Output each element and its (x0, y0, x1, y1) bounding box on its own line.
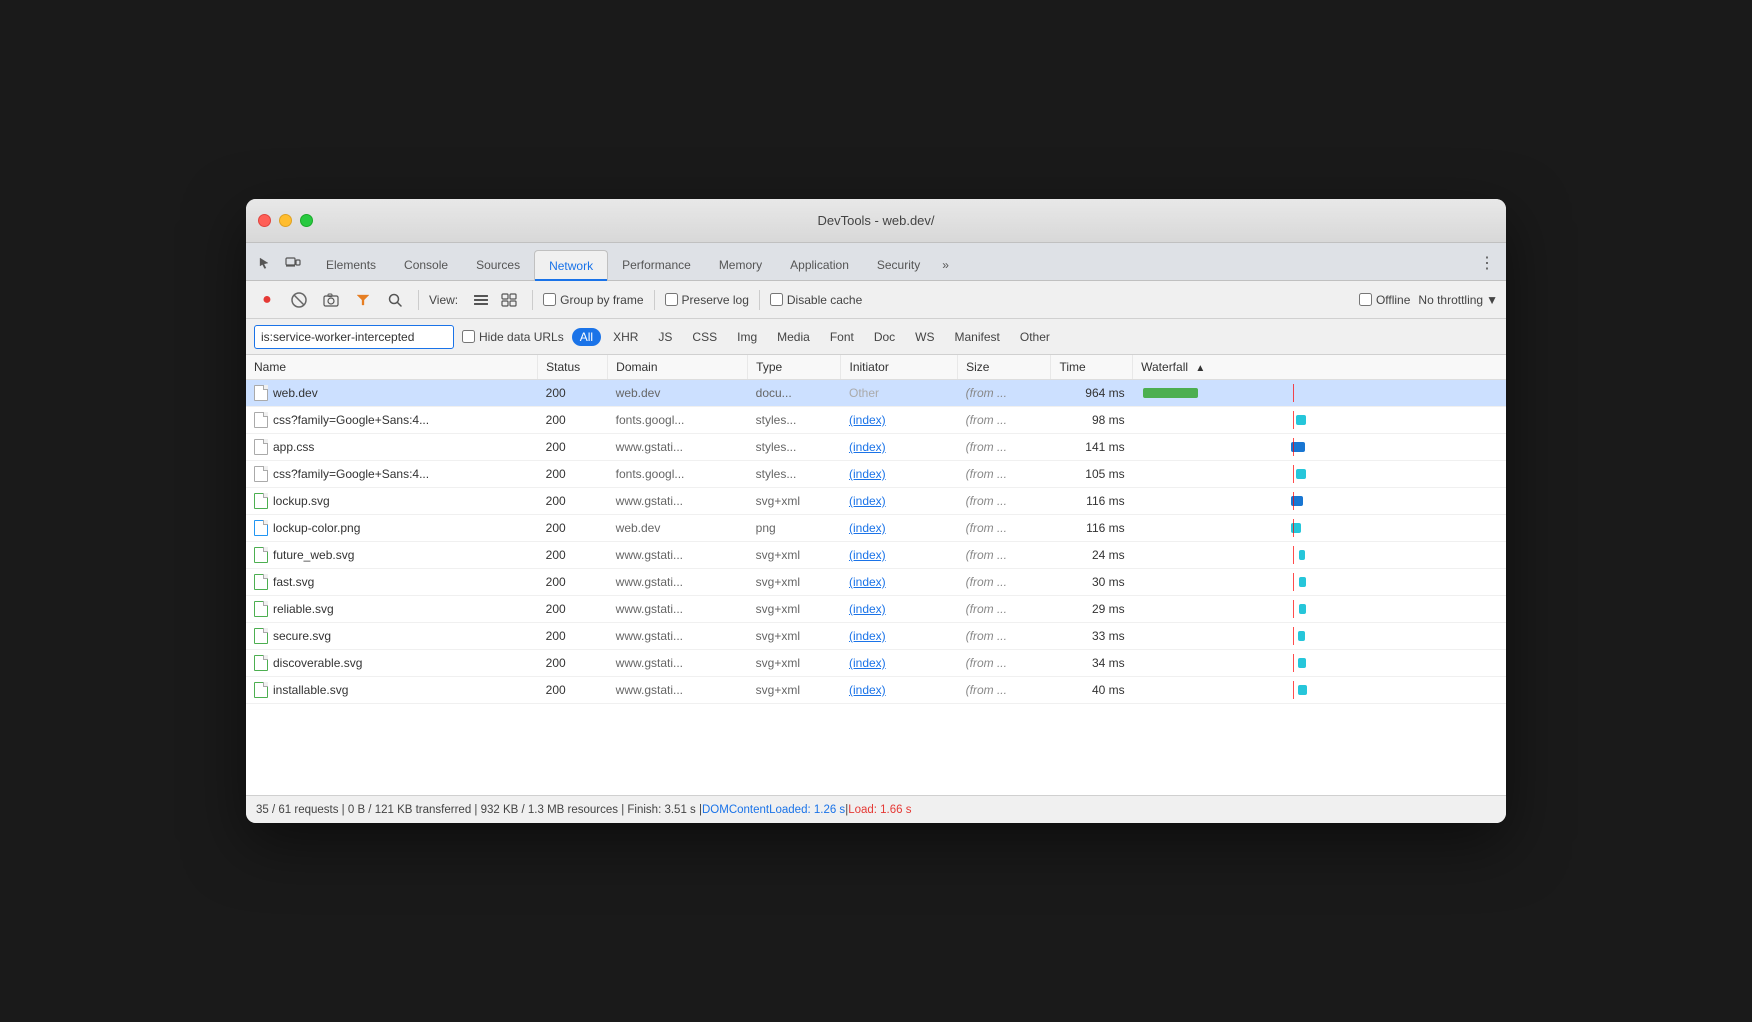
more-options-button[interactable]: ⋮ (1476, 252, 1498, 274)
toolbar-separator-4 (759, 290, 760, 310)
tab-application[interactable]: Application (776, 250, 863, 280)
sort-arrow-icon: ▲ (1195, 363, 1205, 374)
filter-tags: All XHR JS CSS Img Media Font Doc WS Man… (572, 328, 1058, 346)
tab-overflow: ⋮ (1476, 252, 1498, 280)
devtools-window: DevTools - web.dev/ Elements Console (246, 199, 1506, 823)
tab-console[interactable]: Console (390, 250, 462, 280)
filter-tag-ws[interactable]: WS (907, 328, 942, 346)
toolbar-end: Offline No throttling ▼ (1359, 293, 1498, 307)
col-header-waterfall[interactable]: Waterfall ▲ (1133, 355, 1506, 380)
titlebar: DevTools - web.dev/ (246, 199, 1506, 243)
filter-tag-other[interactable]: Other (1012, 328, 1058, 346)
tab-network[interactable]: Network (534, 250, 608, 280)
dom-content-loaded-stat[interactable]: DOMContentLoaded: 1.26 s (702, 804, 845, 816)
table-row[interactable]: css?family=Google+Sans:4...200fonts.goog… (246, 461, 1506, 488)
table-row[interactable]: discoverable.svg200www.gstati...svg+xml(… (246, 650, 1506, 677)
status-text: 35 / 61 requests | 0 B / 121 KB transfer… (256, 804, 702, 816)
hide-data-urls-checkbox[interactable] (462, 330, 475, 343)
disable-cache-checkbox-label[interactable]: Disable cache (770, 293, 862, 307)
filter-tag-all[interactable]: All (572, 328, 601, 346)
record-button[interactable]: ● (254, 287, 280, 313)
screenshot-button[interactable] (318, 287, 344, 313)
table-row[interactable]: app.css200www.gstati...styles...(index)(… (246, 434, 1506, 461)
device-toolbar-icon[interactable] (282, 252, 304, 274)
col-header-time[interactable]: Time (1051, 355, 1133, 380)
network-table: Name Status Domain Type Initiator Size T… (246, 355, 1506, 795)
table-row[interactable]: secure.svg200www.gstati...svg+xml(index)… (246, 623, 1506, 650)
more-tabs-button[interactable]: » (934, 250, 957, 280)
filter-tag-media[interactable]: Media (769, 328, 818, 346)
grouped-view-button[interactable] (496, 287, 522, 313)
toolbar-separator-1 (418, 290, 419, 310)
view-buttons (468, 287, 522, 313)
col-header-size[interactable]: Size (958, 355, 1051, 380)
col-header-initiator[interactable]: Initiator (841, 355, 958, 380)
window-title: DevTools - web.dev/ (817, 213, 934, 228)
group-by-frame-checkbox[interactable] (543, 293, 556, 306)
table-row[interactable]: installable.svg200www.gstati...svg+xml(i… (246, 677, 1506, 704)
toolbar-separator-3 (654, 290, 655, 310)
window-controls (258, 214, 313, 227)
toolbar-separator-2 (532, 290, 533, 310)
table-row[interactable]: future_web.svg200www.gstati...svg+xml(in… (246, 542, 1506, 569)
close-button[interactable] (258, 214, 271, 227)
load-stat: Load: 1.66 s (848, 804, 911, 816)
table-row[interactable]: fast.svg200www.gstati...svg+xml(index)(f… (246, 569, 1506, 596)
filter-tag-xhr[interactable]: XHR (605, 328, 646, 346)
disable-cache-checkbox[interactable] (770, 293, 783, 306)
table-row[interactable]: css?family=Google+Sans:4...200fonts.goog… (246, 407, 1506, 434)
offline-checkbox-label[interactable]: Offline (1359, 293, 1410, 307)
tab-security[interactable]: Security (863, 250, 934, 280)
tab-sources[interactable]: Sources (462, 250, 534, 280)
network-toolbar: ● View: (246, 281, 1506, 319)
filter-input[interactable] (261, 330, 447, 344)
filter-tag-js[interactable]: JS (650, 328, 680, 346)
table-header-row: Name Status Domain Type Initiator Size T… (246, 355, 1506, 380)
tab-elements[interactable]: Elements (312, 250, 390, 280)
tab-performance[interactable]: Performance (608, 250, 705, 280)
filter-tag-font[interactable]: Font (822, 328, 862, 346)
view-label: View: (429, 293, 458, 307)
table-row[interactable]: web.dev200web.devdocu...Other(from ...96… (246, 380, 1506, 407)
filter-input-wrapper[interactable] (254, 325, 454, 349)
filter-bar: Hide data URLs All XHR JS CSS Img Media … (246, 319, 1506, 355)
filter-tag-css[interactable]: CSS (684, 328, 725, 346)
filter-tag-img[interactable]: Img (729, 328, 765, 346)
cursor-icon[interactable] (254, 252, 276, 274)
table-row[interactable]: lockup.svg200www.gstati...svg+xml(index)… (246, 488, 1506, 515)
col-header-domain[interactable]: Domain (608, 355, 748, 380)
search-button[interactable] (382, 287, 408, 313)
table-row[interactable]: reliable.svg200www.gstati...svg+xml(inde… (246, 596, 1506, 623)
tabs-bar: Elements Console Sources Network Perform… (246, 243, 1506, 281)
status-bar: 35 / 61 requests | 0 B / 121 KB transfer… (246, 795, 1506, 823)
throttle-dropdown[interactable]: No throttling ▼ (1418, 293, 1498, 307)
table-row[interactable]: lockup-color.png200web.devpng(index)(fro… (246, 515, 1506, 542)
list-view-button[interactable] (468, 287, 494, 313)
hide-data-urls-label[interactable]: Hide data URLs (462, 330, 564, 344)
col-header-status[interactable]: Status (538, 355, 608, 380)
minimize-button[interactable] (279, 214, 292, 227)
filter-tag-doc[interactable]: Doc (866, 328, 903, 346)
preserve-log-checkbox[interactable] (665, 293, 678, 306)
col-header-name[interactable]: Name (246, 355, 538, 380)
clear-button[interactable] (286, 287, 312, 313)
tab-icon-group (254, 252, 304, 280)
maximize-button[interactable] (300, 214, 313, 227)
tab-memory[interactable]: Memory (705, 250, 776, 280)
offline-checkbox[interactable] (1359, 293, 1372, 306)
filter-icon[interactable] (350, 287, 376, 313)
col-header-type[interactable]: Type (748, 355, 841, 380)
preserve-log-checkbox-label[interactable]: Preserve log (665, 293, 749, 307)
filter-tag-manifest[interactable]: Manifest (947, 328, 1008, 346)
group-by-frame-checkbox-label[interactable]: Group by frame (543, 293, 643, 307)
